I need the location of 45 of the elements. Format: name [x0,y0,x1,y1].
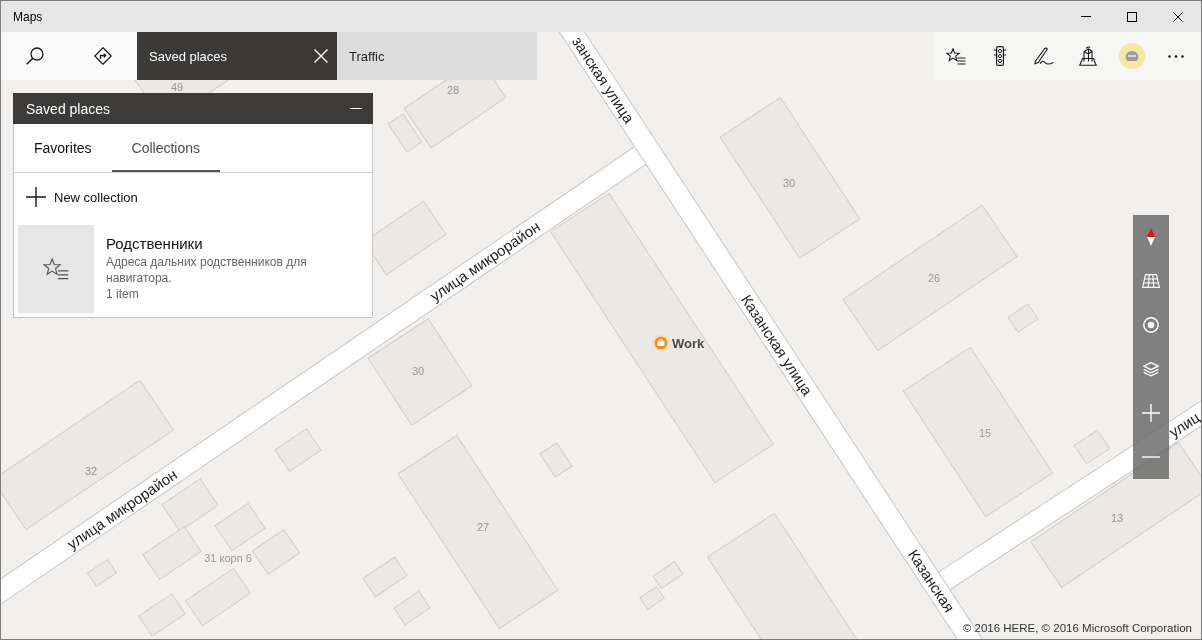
new-collection-button[interactable]: New collection [14,173,138,221]
tab[interactable]: Saved places [137,32,337,80]
briefcase-pin-icon[interactable] [653,335,669,351]
item-count: 1 item [106,286,140,302]
pen-icon [1034,47,1054,65]
building-number: 32 [84,465,98,477]
directions-icon [94,47,112,65]
panel-title: Saved places [26,100,111,117]
pin-label: Work [672,335,705,351]
close-icon [1173,11,1183,22]
collection-thumbnail[interactable] [18,225,94,313]
buildings-icon [1079,46,1097,66]
minus-icon [1142,456,1160,458]
grid-icon [1142,274,1160,288]
compass-icon [1147,228,1155,246]
building-number: 49 [170,80,184,93]
copyright-text: © 2016 HERE, © 2016 Microsoft Corporation [962,622,1192,634]
plus-icon [1142,404,1160,422]
star-list-icon [946,47,966,65]
minimize-icon [1081,16,1091,17]
target-icon [1143,317,1159,333]
building-number: 15 [978,427,992,439]
collection-name[interactable]: Родственники [106,234,336,254]
avatar-icon [1119,43,1145,69]
building-number: 30 [782,177,796,189]
building-number: 13 [1110,512,1124,524]
minimize-icon [350,108,362,109]
building-number: 28 [446,84,460,96]
more-icon [1168,54,1184,58]
close-icon [314,49,328,63]
tab[interactable]: Collections [111,124,221,172]
building-number: 27 [476,521,490,533]
building-number: 31 корп 6 [204,552,252,564]
collection-description: Адреса дальних родственников для навигатора. [106,254,308,286]
traffic-light-icon [994,46,1006,66]
layers-icon [1143,361,1159,377]
tab[interactable]: Traffic [337,32,537,80]
search-icon [26,47,44,65]
star-list-icon [43,258,69,280]
maximize-icon [1127,11,1137,22]
building-number: 26 [927,272,941,284]
tab[interactable]: Favorites [14,124,112,172]
plus-icon [26,187,46,207]
building-number: 30 [411,365,425,377]
window-title: Maps [13,9,43,24]
